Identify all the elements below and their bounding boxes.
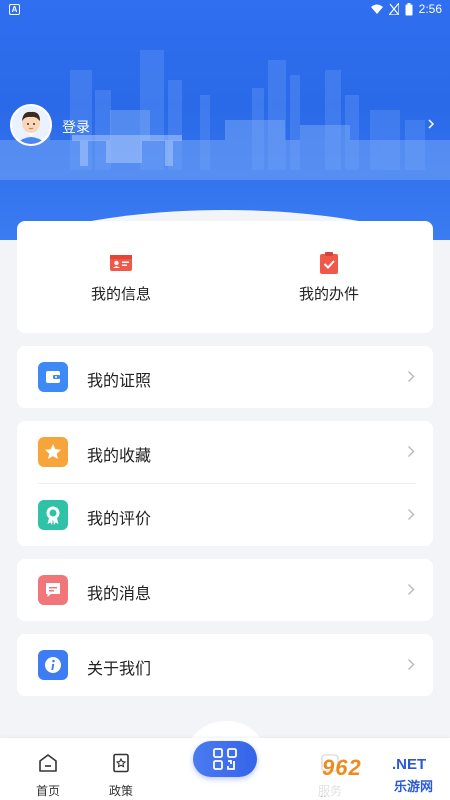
my-cases-label: 我的办件 [298,286,359,303]
home-icon [39,754,57,772]
star-icon [38,437,68,467]
no-signal-icon [388,3,399,15]
site-watermark: 962 .NET 乐游网 [314,752,444,796]
favorites-reviews-card: 我的收藏 我的评价 [17,421,433,546]
menu-item-reviews[interactable]: 我的评价 [17,484,433,546]
scan-qr-button[interactable] [193,741,257,777]
status-bar: A 2:56 [0,0,450,20]
chevron-right-icon [408,509,415,520]
licenses-label: 我的证照 [87,373,152,390]
qr-scan-icon [213,748,237,770]
wallet-icon [38,362,68,392]
nav-home[interactable]: 首页 [18,738,78,800]
about-label: 关于我们 [87,661,152,678]
favorites-label: 我的收藏 [87,448,152,465]
chevron-right-icon [408,446,415,457]
battery-icon [405,2,413,15]
chevron-right-icon [408,371,415,382]
message-icon [38,575,68,605]
nav-policy[interactable]: 政策 [91,738,151,800]
chevron-right-icon [408,584,415,595]
watermark-net: .NET [392,756,427,773]
license-card: 我的证照 [17,346,433,408]
chevron-right-icon[interactable] [426,116,436,132]
user-avatar[interactable] [10,104,52,146]
messages-label: 我的消息 [87,586,152,603]
menu-item-messages[interactable]: 我的消息 [17,559,433,621]
about-card: 关于我们 [17,634,433,696]
login-link[interactable]: 登录 [62,117,90,137]
menu-item-favorites[interactable]: 我的收藏 [17,421,433,483]
avatar-icon [12,106,50,144]
nav-home-label: 首页 [35,784,60,798]
nav-policy-label: 政策 [108,784,133,798]
my-cases-button[interactable]: 我的办件 [225,221,433,333]
my-info-label: 我的信息 [90,286,151,303]
watermark-main: 962 [322,755,362,780]
messages-card: 我的消息 [17,559,433,621]
wifi-icon [370,4,383,14]
chevron-right-icon [408,659,415,670]
award-icon [38,500,68,530]
clipboard-check-icon [320,252,338,274]
reviews-label: 我的评价 [87,511,152,528]
policy-book-icon [113,753,129,773]
app-notification-icon: A [9,4,20,15]
id-card-icon [110,255,132,271]
info-icon [38,650,68,680]
menu-item-about[interactable]: 关于我们 [17,634,433,696]
menu-item-licenses[interactable]: 我的证照 [17,346,433,408]
profile-header: A 2:56 登录 [0,0,450,240]
clock: 2:56 [418,2,442,16]
my-info-button[interactable]: 我的信息 [17,221,225,333]
watermark-sub: 乐游网 [394,779,434,794]
quick-actions-card: 我的信息 我的办件 [17,221,433,333]
